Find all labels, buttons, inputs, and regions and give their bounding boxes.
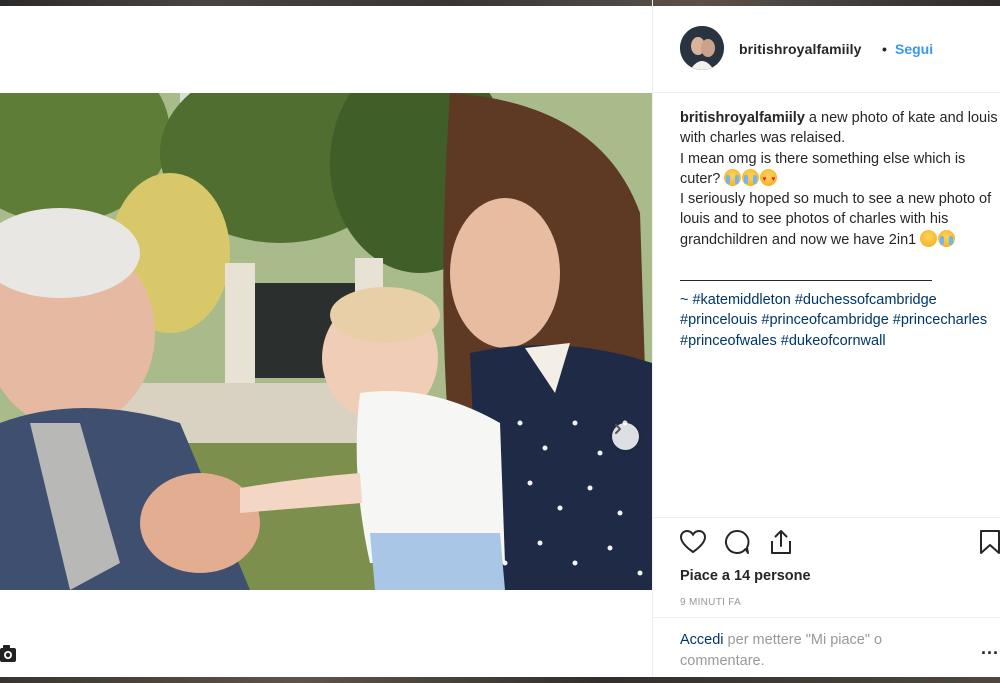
chevron-right-icon (615, 424, 621, 434)
username-link[interactable]: britishroyalfamiily (739, 41, 862, 57)
post-header: britishroyalfamiily • Segui (653, 24, 1000, 74)
login-divider (653, 617, 1000, 618)
laughing-crying-emoji-icon (938, 229, 956, 247)
post-side-panel: britishroyalfamiily • Segui britishroyal… (652, 0, 1000, 683)
hugging-face-emoji-icon (920, 229, 938, 247)
post-caption: britishroyalfamiily a new photo of kate … (680, 108, 1000, 250)
separator-dot: • (882, 41, 887, 57)
crying-face-emoji-icon (724, 168, 742, 186)
camera-icon[interactable] (0, 640, 18, 668)
login-link[interactable]: Accedi (680, 632, 724, 648)
login-prompt: Accedi per mettere "Mi piace" o commenta… (680, 630, 940, 672)
likes-count[interactable]: Piace a 14 persone (680, 568, 811, 584)
bottom-background-strip (0, 677, 1000, 683)
bookmark-icon[interactable] (979, 528, 1000, 556)
caption-separator-line (680, 280, 932, 281)
photo-illustration (0, 93, 652, 590)
avatar[interactable] (680, 26, 724, 70)
more-options-button[interactable]: ... (981, 638, 999, 659)
header-divider (653, 92, 1000, 93)
comment-icon[interactable] (723, 528, 751, 556)
next-photo-button[interactable] (612, 423, 639, 450)
follow-button[interactable]: Segui (895, 41, 933, 57)
crying-face-emoji-icon (742, 168, 760, 186)
avatar-image (680, 26, 724, 70)
caption-username-link[interactable]: britishroyalfamiily (680, 110, 805, 126)
heart-icon[interactable] (679, 528, 707, 556)
post-photo[interactable] (0, 93, 652, 590)
caption-line-2: I mean omg is there something else which… (680, 150, 966, 187)
post-timestamp[interactable]: 9 MINUTI FA (680, 597, 741, 608)
share-icon[interactable] (767, 528, 795, 556)
heart-eyes-emoji-icon (760, 168, 778, 190)
hashtag-list[interactable]: ~ #katemiddleton #duchessofcambridge #pr… (680, 290, 1000, 351)
actions-divider (653, 517, 1000, 518)
